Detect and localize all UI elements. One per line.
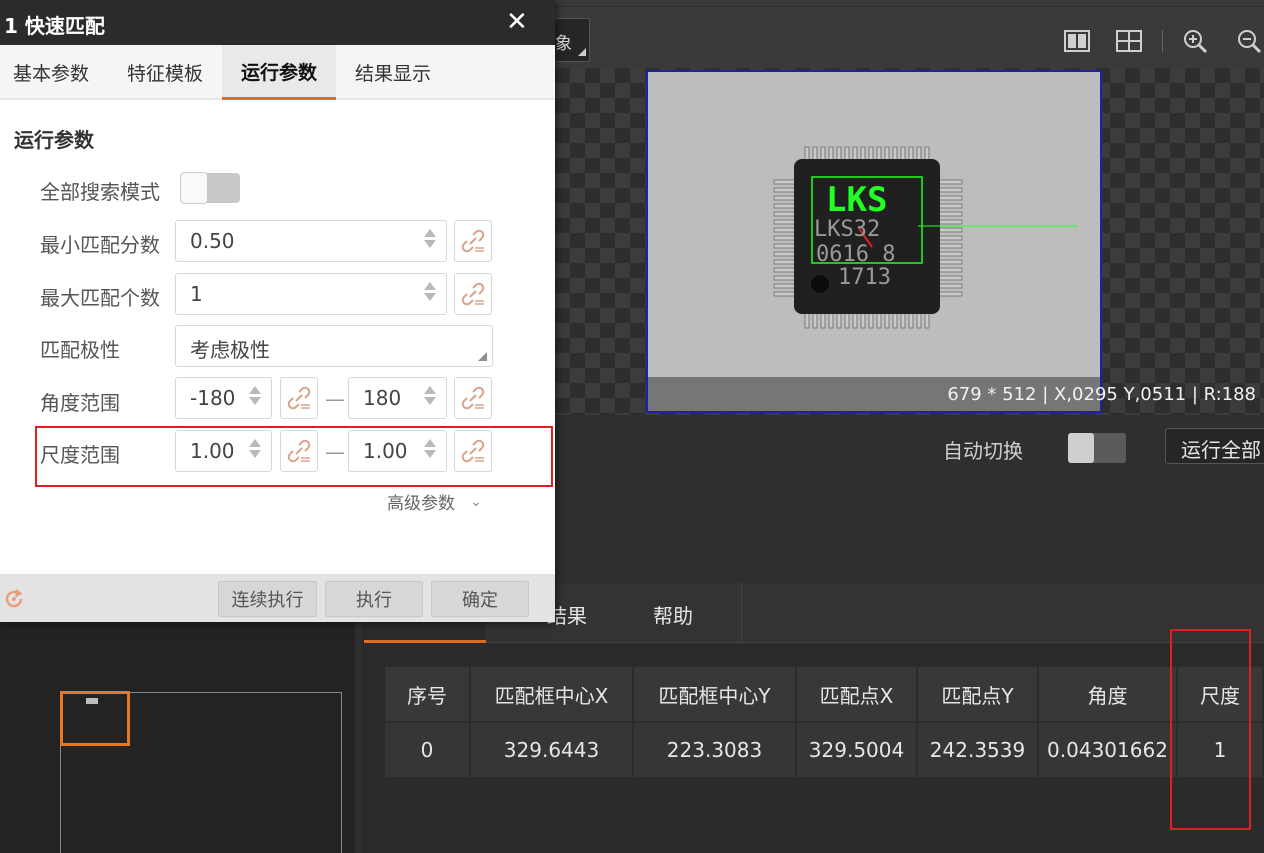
col-point-y: 匹配点Y: [916, 665, 1039, 723]
grid-view-icon[interactable]: [1116, 28, 1142, 54]
min-score-label: 最小匹配分数: [40, 233, 160, 257]
zoom-in-icon[interactable]: [1182, 28, 1208, 54]
cell-point-y: 242.3539: [916, 721, 1039, 779]
tab-result-display[interactable]: 结果显示: [338, 45, 448, 100]
cell-box-center-y: 223.3083: [632, 721, 797, 779]
col-box-center-y: 匹配框中心Y: [632, 665, 797, 723]
chevron-down-icon[interactable]: ⌄: [470, 494, 482, 510]
angle-max-stepper[interactable]: [424, 386, 436, 405]
angle-max-link-icon[interactable]: [454, 377, 492, 419]
split-view-icon[interactable]: [1064, 28, 1090, 54]
tab-help[interactable]: 帮助: [653, 600, 693, 629]
chip-marking-line-3: 0616 8: [816, 242, 896, 267]
tab-separator: [741, 583, 742, 643]
scale-column-highlight: [1170, 629, 1251, 830]
control-strip: [555, 415, 1264, 583]
max-count-stepper[interactable]: [424, 282, 436, 301]
col-box-center-x: 匹配框中心X: [469, 665, 634, 723]
full-search-label: 全部搜索模式: [40, 180, 160, 204]
col-angle: 角度: [1037, 665, 1178, 723]
toolbar-separator: [1162, 30, 1163, 52]
dropdown-corner-icon: [578, 48, 586, 56]
tab-feature-template[interactable]: 特征模板: [110, 45, 220, 100]
pixel-readout: 679 * 512 | X,0295 Y,0511 | R:188: [947, 384, 1256, 405]
scale-range-highlight: [35, 426, 553, 487]
table-header-row: 序号 匹配框中心X 匹配框中心Y 匹配点X 匹配点Y 角度 尺度: [383, 665, 1264, 723]
full-search-knob: [180, 172, 208, 204]
max-count-label: 最大匹配个数: [40, 286, 160, 310]
tab-basic-params[interactable]: 基本参数: [0, 45, 102, 100]
toolbar-divider: [555, 6, 1264, 7]
min-score-stepper[interactable]: [424, 229, 436, 248]
section-title: 运行参数: [14, 128, 94, 152]
confirm-button[interactable]: 确定: [431, 581, 529, 617]
image-view[interactable]: LKS LKS32 0616 8 1713: [646, 70, 1102, 413]
run-all-button[interactable]: 运行全部: [1165, 428, 1264, 464]
angle-min-stepper[interactable]: [249, 386, 261, 405]
dialog-title: 1 快速匹配: [4, 14, 105, 38]
execute-button[interactable]: 执行: [325, 581, 423, 617]
tab-run-params[interactable]: 运行参数: [222, 45, 336, 100]
cell-angle: 0.04301662: [1037, 721, 1178, 779]
min-score-input[interactable]: 0.50: [175, 220, 447, 262]
max-count-input[interactable]: 1: [175, 273, 447, 315]
chip-marking-line-1: LKS: [826, 180, 888, 220]
navigator-thumbnail: [86, 698, 98, 704]
results-table: 序号 匹配框中心X 匹配框中心Y 匹配点X 匹配点Y 角度 尺度 0 329.6…: [383, 665, 1264, 779]
chip-marking-line-4: 1713: [838, 265, 891, 290]
cell-box-center-x: 329.6443: [469, 721, 634, 779]
panel-splitter[interactable]: [355, 622, 363, 853]
cell-index: 0: [383, 721, 471, 779]
col-index: 序号: [383, 665, 471, 723]
angle-range-label: 角度范围: [40, 391, 120, 415]
min-score-link-icon[interactable]: [454, 220, 492, 262]
col-point-x: 匹配点X: [795, 665, 918, 723]
advanced-params-toggle[interactable]: 高级参数: [387, 489, 455, 514]
table-row[interactable]: 0 329.6443 223.3083 329.5004 242.3539 0.…: [383, 721, 1264, 779]
max-count-link-icon[interactable]: [454, 273, 492, 315]
cell-point-x: 329.5004: [795, 721, 918, 779]
zoom-out-icon[interactable]: [1236, 28, 1262, 54]
chip-marking-line-2: LKS32: [814, 217, 881, 242]
angle-min-link-icon[interactable]: [280, 377, 318, 419]
auto-switch-knob: [1068, 433, 1094, 463]
close-icon[interactable]: ✕: [506, 7, 528, 37]
image-source-dropdown-label: 象: [555, 34, 572, 54]
auto-switch-label: 自动切换: [943, 439, 1023, 463]
reset-icon[interactable]: [2, 587, 26, 615]
polarity-label: 匹配极性: [40, 338, 120, 362]
polarity-select[interactable]: 考虑极性: [175, 325, 493, 367]
continuous-run-button[interactable]: 连续执行: [218, 581, 317, 617]
angle-range-dash: —: [325, 387, 345, 411]
polarity-dropdown-icon: [478, 352, 487, 361]
